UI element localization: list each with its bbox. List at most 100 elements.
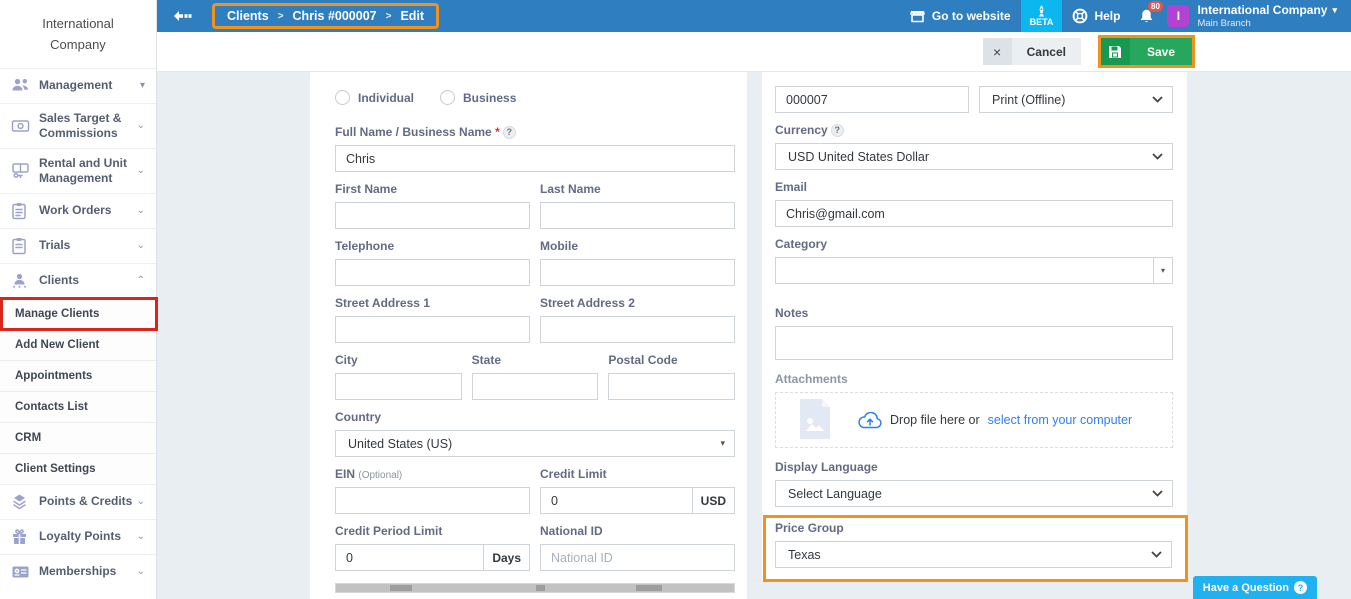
radio-label: Individual xyxy=(358,91,414,105)
company-menu[interactable]: International Company▾ Main Branch xyxy=(1197,3,1351,28)
ein-input[interactable] xyxy=(335,487,530,514)
select-from-computer-link[interactable]: select from your computer xyxy=(988,413,1133,427)
beta-label: BETA xyxy=(1030,18,1054,28)
sidebar-item-work-orders[interactable]: Work Orders ⌄ xyxy=(0,193,156,228)
have-a-question-label: Have a Question xyxy=(1203,582,1289,594)
help-label: Help xyxy=(1094,9,1120,23)
currency-value: USD United States Dollar xyxy=(788,150,1152,164)
sidebar-item-memberships[interactable]: Memberships ⌄ xyxy=(0,554,156,589)
beta-button[interactable]: BETA xyxy=(1021,0,1063,32)
submenu-item-add-new-client[interactable]: Add New Client xyxy=(0,329,156,360)
chevron-down-icon: ⌄ xyxy=(137,205,147,216)
postal-code-label: Postal Code xyxy=(608,353,735,368)
notifications-button[interactable]: 80 xyxy=(1130,0,1167,32)
display-language-select[interactable]: Select Language xyxy=(775,480,1173,507)
client-number-input[interactable]: 000007 xyxy=(775,86,969,113)
close-icon: × xyxy=(983,38,1012,65)
help-badge-icon: ? xyxy=(503,126,516,139)
radio-business[interactable]: Business xyxy=(440,90,516,105)
street-address-1-label: Street Address 1 xyxy=(335,296,530,311)
sidebar: International Company Management ▾ Sales… xyxy=(0,0,157,599)
map-scrollbar-thumb[interactable] xyxy=(390,585,412,591)
form-toolbar: × Cancel Save xyxy=(157,32,1351,72)
country-select-value: United States (US) xyxy=(348,437,720,451)
mobile-input[interactable] xyxy=(540,259,735,286)
sidebar-item-clients[interactable]: Clients ⌃ xyxy=(0,263,156,298)
submenu-item-client-settings[interactable]: Client Settings xyxy=(0,453,156,484)
submenu-item-crm[interactable]: CRM xyxy=(0,422,156,453)
state-input[interactable] xyxy=(472,373,599,400)
radio-circle-icon xyxy=(335,90,350,105)
category-value[interactable] xyxy=(775,257,1154,284)
postal-code-input[interactable] xyxy=(608,373,735,400)
currency-select[interactable]: USD United States Dollar xyxy=(775,143,1173,170)
company-name: International Company xyxy=(1197,3,1327,17)
breadcrumb-edit[interactable]: Edit xyxy=(400,9,424,23)
sidebar-item-management[interactable]: Management ▾ xyxy=(0,68,156,103)
ein-optional-hint: (Optional) xyxy=(358,470,402,481)
client-details-card: Individual Business Full Name / Business… xyxy=(310,72,747,599)
country-select[interactable]: United States (US) ▾ xyxy=(335,430,735,457)
avatar-initial: I xyxy=(1177,9,1180,23)
sidebar-item-loyalty-points[interactable]: Loyalty Points ⌄ xyxy=(0,519,156,554)
city-label: City xyxy=(335,353,462,368)
orange-annotation-save: Save xyxy=(1098,35,1195,68)
credit-period-limit-input[interactable]: 0 xyxy=(335,544,483,571)
street-address-2-label: Street Address 2 xyxy=(540,296,735,311)
display-language-value: Select Language xyxy=(788,487,1152,501)
map-scrollbar-thumb[interactable] xyxy=(636,585,662,591)
telephone-input[interactable] xyxy=(335,259,530,286)
credit-period-limit-label: Credit Period Limit xyxy=(335,524,530,539)
last-name-input[interactable] xyxy=(540,202,735,229)
submenu-item-contacts-list[interactable]: Contacts List xyxy=(0,391,156,422)
notes-textarea[interactable] xyxy=(775,326,1173,360)
price-group-select[interactable]: Texas xyxy=(775,541,1172,568)
clipboard-icon xyxy=(11,237,35,255)
category-select[interactable]: ▾ xyxy=(775,257,1173,284)
credit-limit-input[interactable]: 0 xyxy=(540,487,692,514)
category-dropdown-button[interactable]: ▾ xyxy=(1154,257,1173,284)
save-label: Save xyxy=(1130,38,1192,65)
sidebar-item-points-credits[interactable]: Points & Credits ⌄ xyxy=(0,484,156,519)
save-button[interactable]: Save xyxy=(1101,38,1192,65)
street-address-1-input[interactable] xyxy=(335,316,530,343)
help-button[interactable]: Help xyxy=(1062,0,1130,32)
invoicing-method-select[interactable]: Print (Offline) xyxy=(979,86,1173,113)
sidebar-item-label: Trials xyxy=(35,238,137,253)
sidebar-item-sales-target[interactable]: Sales Target & Commissions ⌄ xyxy=(0,103,156,148)
national-id-input[interactable]: National ID xyxy=(540,544,735,571)
gift-icon xyxy=(11,528,35,545)
breadcrumb-client-name[interactable]: Chris #000007 xyxy=(293,9,377,23)
avatar[interactable]: I xyxy=(1167,5,1189,27)
go-to-website-button[interactable]: Go to website xyxy=(899,0,1021,32)
sidebar-item-rental-unit[interactable]: Rental and Unit Management ⌄ xyxy=(0,148,156,193)
submenu-item-manage-clients[interactable]: Manage Clients xyxy=(0,298,156,329)
header-actions: Go to website BETA Help 80 I Internation… xyxy=(899,0,1351,32)
cancel-button[interactable]: × Cancel xyxy=(983,38,1081,65)
radio-circle-icon xyxy=(440,90,455,105)
caret-down-icon: ▾ xyxy=(140,80,147,91)
attachments-dropzone[interactable]: Drop file here or select from your compu… xyxy=(775,392,1173,448)
sidebar-item-label: Clients xyxy=(35,273,137,288)
sidebar-item-label: Management xyxy=(35,78,140,93)
full-name-input[interactable]: Chris xyxy=(335,145,735,172)
submenu-item-appointments[interactable]: Appointments xyxy=(0,360,156,391)
collapse-sidebar-icon[interactable] xyxy=(157,8,198,24)
email-input[interactable]: Chris@gmail.com xyxy=(775,200,1173,227)
save-icon xyxy=(1101,38,1130,65)
clients-submenu: Manage Clients Add New Client Appointmen… xyxy=(0,298,156,484)
city-input[interactable] xyxy=(335,373,462,400)
radio-individual[interactable]: Individual xyxy=(335,90,414,105)
submenu-item-label: Contacts List xyxy=(15,401,88,413)
first-name-input[interactable] xyxy=(335,202,530,229)
first-name-label: First Name xyxy=(335,182,530,197)
chevron-down-icon: ⌄ xyxy=(137,120,147,131)
chevron-down-icon: ⌄ xyxy=(137,531,147,542)
street-address-2-input[interactable] xyxy=(540,316,735,343)
map-scrollbar-thumb[interactable] xyxy=(536,585,545,591)
sidebar-item-trials[interactable]: Trials ⌄ xyxy=(0,228,156,263)
required-asterisk: * xyxy=(495,125,500,139)
chevron-down-icon: ⌄ xyxy=(137,165,147,176)
breadcrumb-clients[interactable]: Clients xyxy=(227,9,269,23)
have-a-question-button[interactable]: Have a Question ? xyxy=(1193,576,1317,599)
